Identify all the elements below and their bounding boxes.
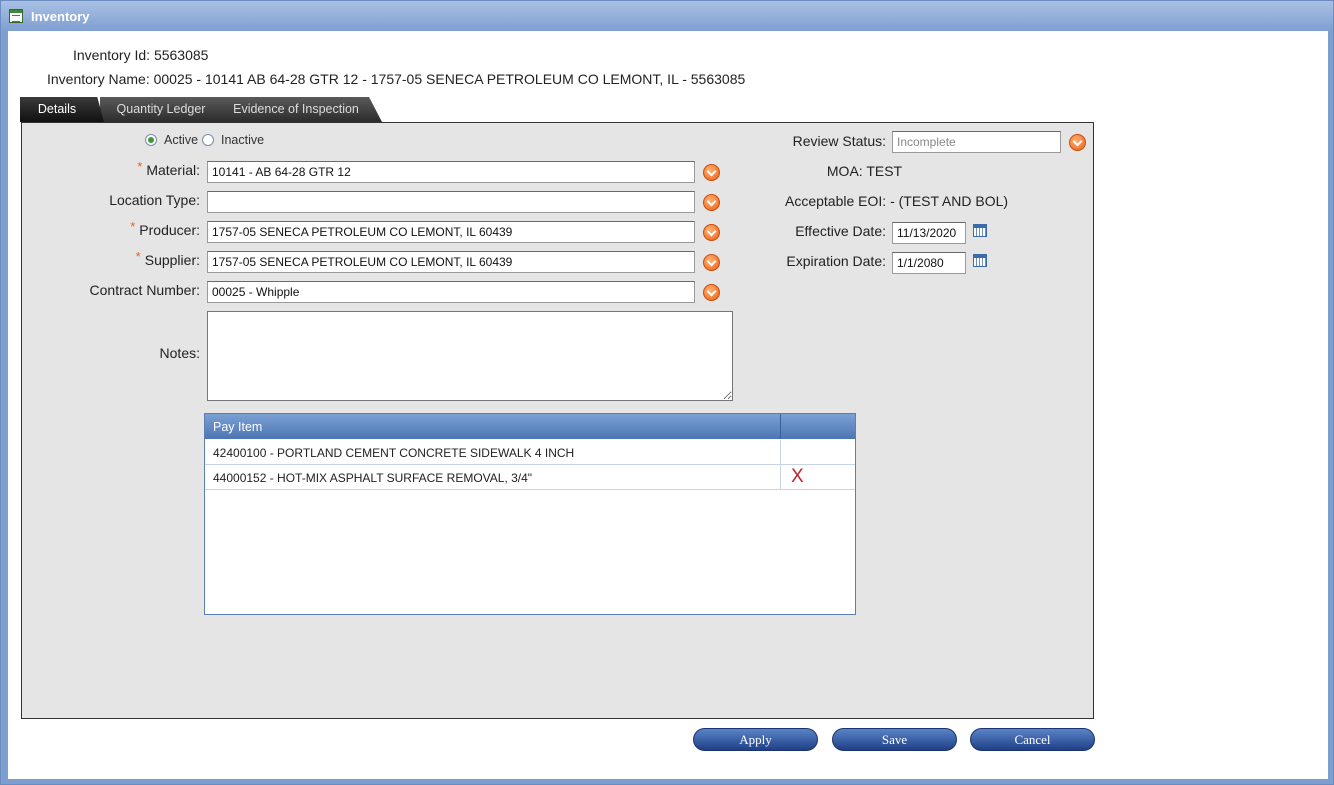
producer-label-wrap: * Producer: xyxy=(62,219,200,238)
pay-item-grid: Pay Item 42400100 - PORTLAND CEMENT CONC… xyxy=(204,413,856,615)
inventory-id-label: Inventory Id: xyxy=(73,47,151,63)
notes-label: Notes: xyxy=(159,345,200,361)
inventory-id-value: 5563085 xyxy=(153,47,209,63)
material-label-wrap: * Material: xyxy=(62,159,200,178)
effective-date-label: Effective Date: xyxy=(795,223,886,239)
inactive-radio-label: Inactive xyxy=(221,133,265,147)
pay-item-cell: 44000152 - HOT-MIX ASPHALT SURFACE REMOV… xyxy=(213,471,533,485)
supplier-label: Supplier: xyxy=(144,252,200,268)
location-type-label: Location Type: xyxy=(109,192,200,208)
moa-value: TEST xyxy=(866,163,903,179)
form-icon xyxy=(9,9,23,23)
moa-label: MOA: xyxy=(826,163,863,179)
delete-icon[interactable]: X xyxy=(791,466,804,488)
contract-number-input[interactable]: 00025 - Whipple xyxy=(207,281,695,303)
supplier-label-wrap: * Supplier: xyxy=(62,249,200,268)
pay-item-column-header: Pay Item xyxy=(213,420,263,434)
tab-quantity-ledger[interactable]: Quantity Ledger xyxy=(100,97,232,122)
title-bar: Inventory xyxy=(1,1,1333,31)
column-divider xyxy=(780,440,781,465)
moa-line: MOA: TEST xyxy=(802,163,927,179)
required-marker: * xyxy=(130,219,136,234)
column-divider xyxy=(780,414,781,439)
column-divider xyxy=(780,465,781,490)
review-status-dropdown-icon[interactable] xyxy=(1069,134,1086,151)
pay-item-cell: 42400100 - PORTLAND CEMENT CONCRETE SIDE… xyxy=(213,446,575,460)
eoi-line: Acceptable EOI: - (TEST AND BOL) xyxy=(762,193,1032,209)
table-row[interactable]: 44000152 - HOT-MIX ASPHALT SURFACE REMOV… xyxy=(205,465,855,490)
producer-label: Producer: xyxy=(139,222,200,238)
location-type-input[interactable] xyxy=(207,191,695,213)
expiration-date-input[interactable]: 1/1/2080 xyxy=(892,252,966,274)
window-title: Inventory xyxy=(31,9,90,24)
material-input[interactable]: 10141 - AB 64-28 GTR 12 xyxy=(207,161,695,183)
review-status-input[interactable]: Incomplete xyxy=(892,131,1061,153)
contract-number-dropdown-icon[interactable] xyxy=(703,284,720,301)
save-button[interactable]: Save xyxy=(832,728,957,751)
inventory-window: Inventory Inventory Id: 5563085 Inventor… xyxy=(0,0,1334,785)
table-row[interactable]: 42400100 - PORTLAND CEMENT CONCRETE SIDE… xyxy=(205,440,855,465)
expiration-date-label: Expiration Date: xyxy=(786,253,886,269)
inactive-radio[interactable] xyxy=(202,134,214,146)
apply-button[interactable]: Apply xyxy=(693,728,818,751)
required-marker: * xyxy=(135,249,141,264)
calendar-icon[interactable] xyxy=(973,224,987,237)
inventory-id-line: Inventory Id: 5563085 xyxy=(73,47,208,63)
eoi-label: Acceptable EOI: xyxy=(785,193,887,209)
dialog-content: Inventory Id: 5563085 Inventory Name: 00… xyxy=(8,31,1328,779)
tab-details[interactable]: Details xyxy=(20,97,104,122)
inventory-name-line: Inventory Name: 00025 - 10141 AB 64-28 G… xyxy=(47,71,745,87)
contract-number-label: Contract Number: xyxy=(89,282,200,298)
supplier-input[interactable]: 1757-05 SENECA PETROLEUM CO LEMONT, IL 6… xyxy=(207,251,695,273)
material-label: Material: xyxy=(146,162,200,178)
inventory-name-value: 00025 - 10141 AB 64-28 GTR 12 - 1757-05 … xyxy=(153,71,746,87)
active-radio-label: Active xyxy=(164,133,199,147)
supplier-dropdown-icon[interactable] xyxy=(703,254,720,271)
notes-textarea[interactable] xyxy=(207,311,733,401)
inventory-name-label: Inventory Name: xyxy=(47,71,150,87)
calendar-icon[interactable] xyxy=(973,254,987,267)
cancel-button[interactable]: Cancel xyxy=(970,728,1095,751)
eoi-value: - (TEST AND BOL) xyxy=(890,193,1009,209)
material-dropdown-icon[interactable] xyxy=(703,164,720,181)
location-type-dropdown-icon[interactable] xyxy=(703,194,720,211)
effective-date-input[interactable]: 11/13/2020 xyxy=(892,222,966,244)
required-marker: * xyxy=(137,159,143,174)
tab-evidence-of-inspection[interactable]: Evidence of Inspection xyxy=(220,97,382,122)
review-status-label: Review Status: xyxy=(792,133,886,149)
active-radio[interactable] xyxy=(145,134,157,146)
producer-dropdown-icon[interactable] xyxy=(703,224,720,241)
producer-input[interactable]: 1757-05 SENECA PETROLEUM CO LEMONT, IL 6… xyxy=(207,221,695,243)
grid-header: Pay Item xyxy=(205,414,855,439)
